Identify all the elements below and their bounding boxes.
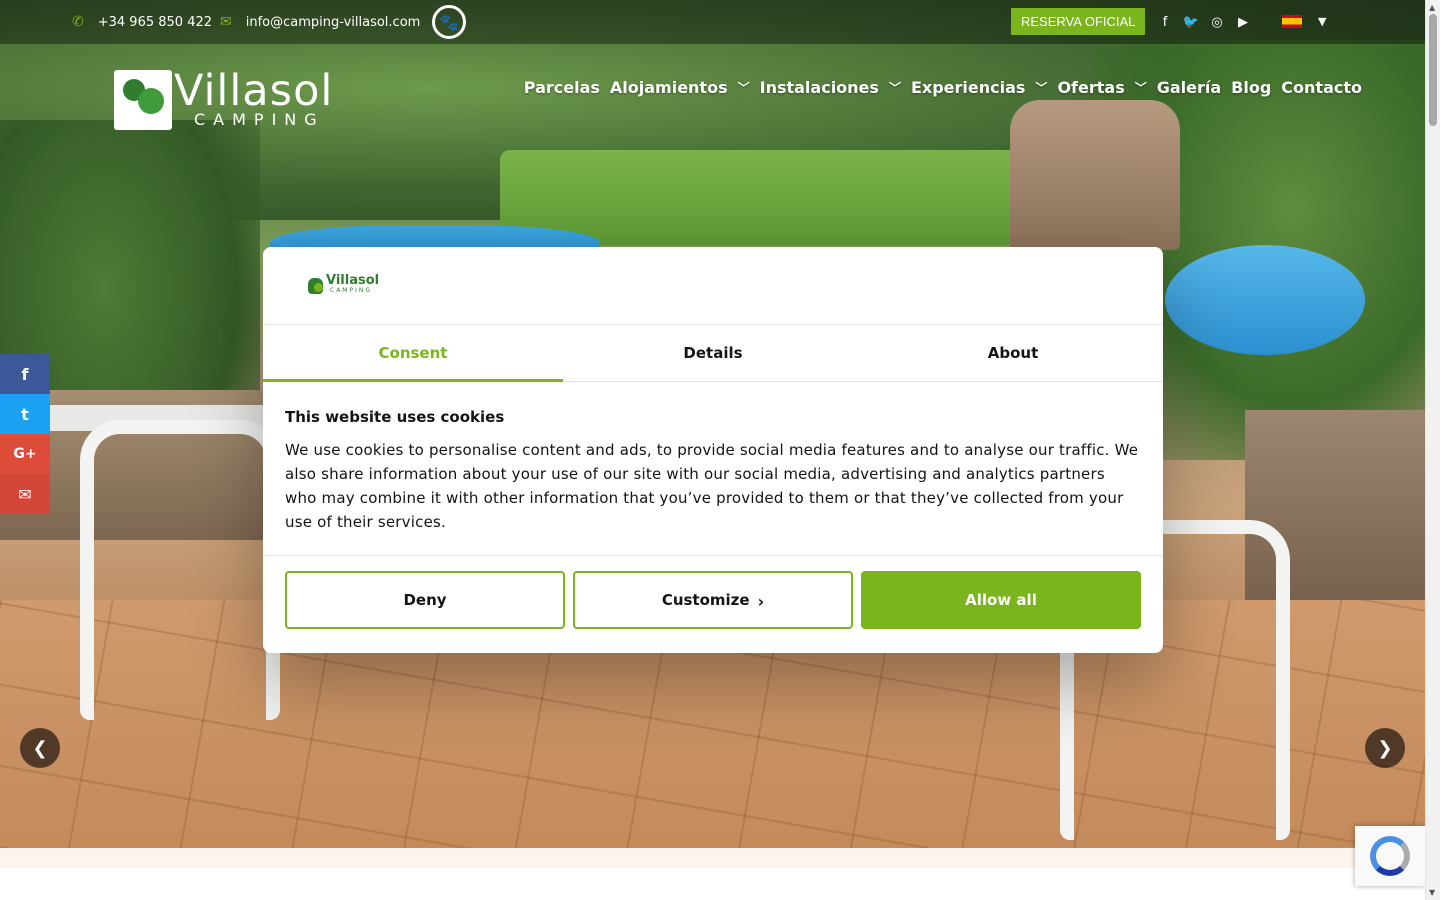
top-bar: ✆ +34 965 850 422 ✉ info@camping-villaso…: [0, 0, 1425, 44]
phone-contact[interactable]: ✆ +34 965 850 422: [72, 0, 212, 44]
chevron-down-icon: ﹀: [1035, 81, 1048, 95]
nav-label: Galería: [1156, 78, 1222, 97]
dialog-description: We use cookies to personalise content an…: [285, 441, 1139, 531]
nav-label: Instalaciones: [759, 78, 879, 97]
slider-next-arrow-icon[interactable]: ❯: [1365, 728, 1405, 768]
chevron-down-icon: ﹀: [1134, 81, 1147, 95]
cookie-consent-dialog: Villasol CAMPING Consent Details About T…: [263, 247, 1163, 653]
caret-down-icon: ▼: [1318, 15, 1327, 28]
dialog-logo-text: Villasol CAMPING: [326, 272, 380, 296]
dialog-body: This website uses cookies We use cookies…: [263, 382, 1163, 556]
recaptcha-badge[interactable]: [1355, 826, 1425, 886]
dialog-title: This website uses cookies: [285, 408, 505, 426]
content-band: [0, 848, 1425, 868]
nav-item-contacto[interactable]: Contacto: [1281, 78, 1362, 97]
nav-item-alojamientos[interactable]: Alojamientos ﹀: [610, 78, 750, 97]
deny-label: Deny: [403, 591, 447, 609]
nav-label: Blog: [1231, 78, 1272, 97]
tab-about[interactable]: About: [863, 325, 1163, 381]
chevron-down-icon: ﹀: [737, 81, 750, 95]
nav-item-blog[interactable]: Blog: [1231, 78, 1271, 97]
tab-details[interactable]: Details: [563, 325, 863, 381]
customize-label: Customize: [661, 591, 750, 609]
share-bar: f t G+ ✉: [0, 354, 50, 514]
language-selector[interactable]: ▼: [1282, 15, 1326, 28]
envelope-icon: ✉: [220, 14, 232, 30]
phone-icon: ✆: [72, 14, 84, 30]
hero-chair-left: [80, 420, 280, 720]
nav-label: Contacto: [1281, 78, 1362, 97]
logo-tagline: CAMPING: [194, 110, 325, 129]
hero-lawn: [500, 150, 1060, 245]
dialog-logo: Villasol CAMPING: [308, 272, 380, 296]
nav-label: Ofertas: [1057, 78, 1125, 97]
logo-mark-icon: [114, 70, 172, 130]
logo-name: Villasol: [174, 66, 334, 116]
reserva-oficial-button[interactable]: RESERVA OFICIAL: [1011, 8, 1146, 35]
twitter-icon[interactable]: 🐦: [1178, 15, 1204, 30]
slider-prev-arrow-icon[interactable]: ❮: [20, 728, 60, 768]
paw-icon: 🐾: [432, 5, 466, 39]
nav-item-ofertas[interactable]: Ofertas ﹀: [1057, 78, 1146, 97]
nav-item-instalaciones[interactable]: Instalaciones ﹀: [760, 78, 901, 97]
phone-number[interactable]: +34 965 850 422: [98, 15, 212, 30]
hero-waterfall-rocks: [1010, 100, 1180, 250]
logo-text: Villasol CAMPING: [174, 66, 334, 129]
dialog-logo-tagline: CAMPING: [330, 286, 372, 294]
instagram-icon[interactable]: ◎: [1204, 15, 1230, 30]
share-google-plus-icon[interactable]: G+: [0, 434, 50, 474]
facebook-icon[interactable]: f: [1152, 15, 1178, 30]
social-links: f 🐦 ◎ ▶: [1152, 0, 1256, 44]
email-address[interactable]: info@camping-villasol.com: [246, 15, 421, 30]
dialog-logo-name: Villasol: [326, 272, 380, 288]
nav-label: Alojamientos: [609, 78, 728, 97]
scroll-down-arrow-icon[interactable]: ▼: [1429, 888, 1435, 897]
customize-button[interactable]: Customize ›: [573, 571, 853, 629]
hero-pool-right: [1165, 245, 1365, 355]
nav-item-galeria[interactable]: Galería: [1157, 78, 1221, 97]
dialog-buttons: Deny Customize › Allow all: [263, 556, 1163, 644]
scroll-up-arrow-icon[interactable]: ▲: [1429, 3, 1435, 12]
main-nav: Parcelas Alojamientos ﹀ Instalaciones ﹀ …: [524, 78, 1362, 97]
nav-label: Parcelas: [523, 78, 600, 97]
nav-item-parcelas[interactable]: Parcelas: [524, 78, 600, 97]
share-facebook-icon[interactable]: f: [0, 354, 50, 394]
chevron-down-icon: ﹀: [888, 81, 901, 95]
recaptcha-icon: [1370, 836, 1410, 876]
nav-label: Experiencias: [910, 78, 1026, 97]
dialog-tabs: Consent Details About: [263, 325, 1163, 382]
chevron-right-icon: ›: [757, 591, 765, 611]
page-scrollbar[interactable]: ▲ ▼: [1425, 0, 1440, 900]
email-contact[interactable]: ✉ info@camping-villasol.com: [220, 0, 420, 44]
site-logo[interactable]: Villasol CAMPING: [114, 68, 334, 132]
dialog-header: Villasol CAMPING: [263, 247, 1163, 325]
youtube-icon[interactable]: ▶: [1230, 15, 1256, 30]
tab-consent[interactable]: Consent: [263, 325, 563, 382]
nav-item-experiencias[interactable]: Experiencias ﹀: [911, 78, 1047, 97]
allow-all-label: Allow all: [965, 591, 1037, 609]
allow-all-button[interactable]: Allow all: [861, 571, 1141, 629]
share-twitter-icon[interactable]: t: [0, 394, 50, 434]
deny-button[interactable]: Deny: [285, 571, 565, 629]
dialog-logo-mark-icon: [308, 277, 323, 294]
scrollbar-thumb[interactable]: [1429, 14, 1437, 126]
share-mail-icon[interactable]: ✉: [0, 474, 50, 514]
spain-flag-icon: [1282, 15, 1302, 28]
